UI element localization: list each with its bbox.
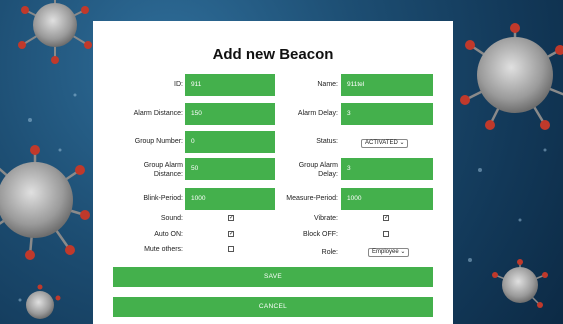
status-label: Status: — [316, 138, 338, 145]
group-number-input[interactable]: 0 — [185, 131, 275, 153]
check-icon: ✓ — [229, 231, 235, 237]
group-alarm-distance-label-line2: Distance: — [153, 171, 183, 178]
block-off-checkbox[interactable] — [383, 231, 389, 237]
add-beacon-form: Add new Beacon ID: 911 Name: 911tel Alar… — [93, 21, 453, 324]
blink-period-label: Blink-Period: — [143, 195, 183, 202]
virus-illustration — [460, 23, 563, 130]
vibrate-checkbox[interactable]: ✓ — [383, 215, 389, 221]
check-icon: ✓ — [384, 215, 390, 221]
group-alarm-distance-input[interactable]: 50 — [185, 158, 275, 180]
virus-illustration — [0, 145, 90, 260]
alarm-distance-label: Alarm Distance: — [133, 110, 183, 117]
auto-on-checkbox[interactable]: ✓ — [228, 231, 234, 237]
sound-checkbox[interactable]: ✓ — [228, 215, 234, 221]
alarm-delay-input[interactable]: 3 — [341, 103, 433, 125]
vibrate-label: Vibrate: — [314, 215, 338, 222]
group-alarm-distance-label-line1: Group Alarm — [143, 162, 183, 169]
cancel-button[interactable]: CANCEL — [113, 297, 433, 317]
virus-illustration — [18, 0, 92, 64]
role-select[interactable]: Employee ⌄ — [368, 248, 410, 257]
measure-period-input[interactable]: 1000 — [341, 188, 433, 210]
group-alarm-delay-label: Group Alarm Delay: — [278, 161, 338, 179]
save-button[interactable]: SAVE — [113, 267, 433, 287]
id-label: ID: — [174, 81, 183, 88]
group-alarm-delay-input[interactable]: 3 — [341, 158, 433, 180]
alarm-distance-input[interactable]: 150 — [185, 103, 275, 125]
group-number-label: Group Number: — [134, 138, 183, 145]
virus-illustration — [492, 259, 548, 308]
mute-others-label: Mute others: — [144, 246, 183, 253]
block-off-label: Block OFF: — [302, 231, 338, 238]
blink-period-input[interactable]: 1000 — [185, 188, 275, 210]
auto-on-label: Auto ON: — [154, 231, 183, 238]
group-alarm-delay-label-line1: Group Alarm — [298, 162, 338, 169]
mute-others-checkbox[interactable] — [228, 246, 234, 252]
chevron-down-icon: ⌄ — [400, 249, 406, 255]
role-label: Role: — [321, 249, 338, 256]
name-label: Name: — [317, 81, 338, 88]
status-value: ACTIVATED — [365, 140, 398, 146]
sound-label: Sound: — [160, 215, 183, 222]
check-icon: ✓ — [229, 215, 235, 221]
virus-illustration — [26, 284, 61, 319]
group-alarm-delay-label-line2: Delay: — [318, 171, 338, 178]
measure-period-label: Measure-Period: — [286, 195, 338, 202]
role-value: Employee — [372, 249, 399, 255]
status-select[interactable]: ACTIVATED ⌄ — [361, 139, 409, 148]
alarm-delay-label: Alarm Delay: — [297, 110, 338, 117]
form-title: Add new Beacon — [212, 46, 334, 63]
group-alarm-distance-label: Group Alarm Distance: — [103, 161, 183, 179]
id-input[interactable]: 911 — [185, 74, 275, 96]
name-input[interactable]: 911tel — [341, 74, 433, 96]
chevron-down-icon: ⌄ — [399, 140, 405, 146]
